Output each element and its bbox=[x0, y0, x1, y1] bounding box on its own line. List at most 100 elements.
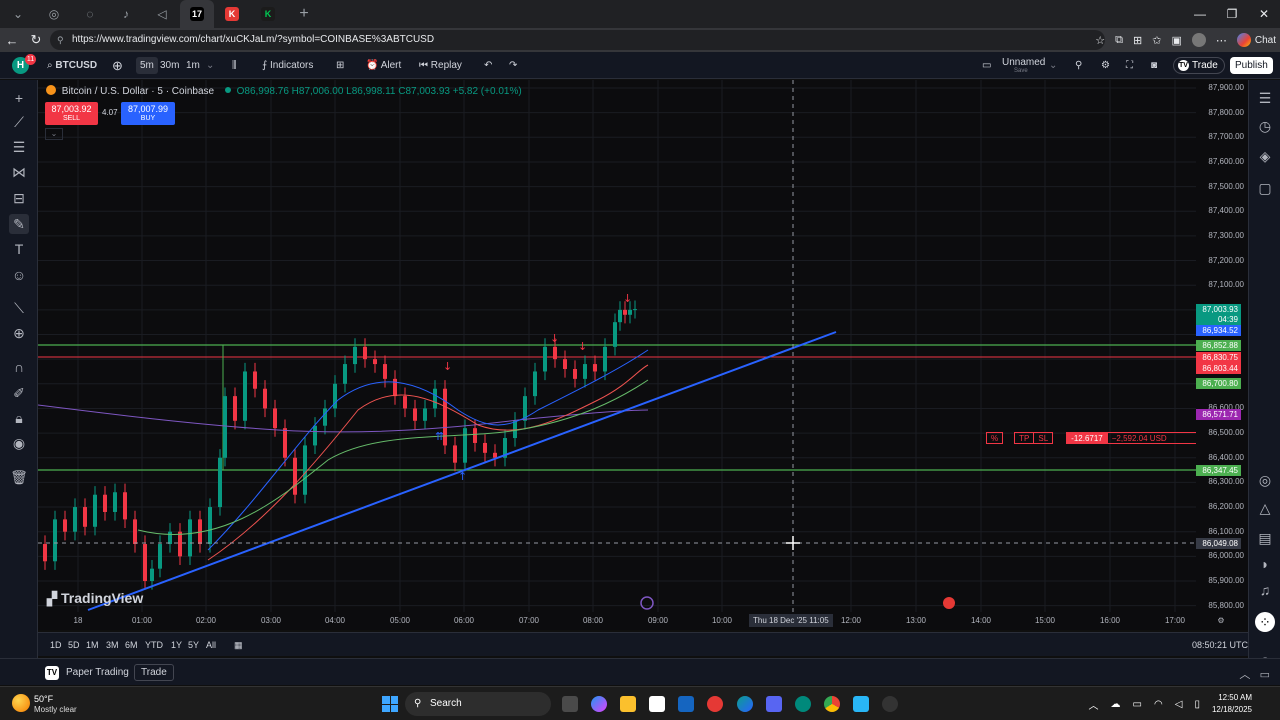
templates-icon[interactable]: ⊞ bbox=[332, 57, 348, 74]
quick-search-icon[interactable]: ⚲ bbox=[1071, 57, 1086, 74]
browser-tab[interactable]: K bbox=[214, 0, 250, 28]
time-axis[interactable]: Thu 18 Dec '25 11:05 18 01:00 02:00 03:00 04… bbox=[38, 612, 1248, 630]
edge-icon[interactable] bbox=[737, 696, 753, 712]
target-icon[interactable]: ◎ bbox=[1255, 470, 1275, 490]
more-icon[interactable]: ⋯ bbox=[1216, 34, 1227, 47]
crosshair-icon[interactable]: + bbox=[9, 88, 29, 108]
chat-button[interactable]: Chat bbox=[1236, 33, 1276, 47]
chat-icon[interactable]: ▢ bbox=[1255, 178, 1275, 198]
calendar-icon[interactable]: ▤ bbox=[1255, 528, 1275, 548]
chrome-icon[interactable] bbox=[824, 696, 840, 712]
close-button[interactable]: ✕ bbox=[1248, 0, 1280, 28]
settings-gear-icon[interactable]: ⚙ bbox=[1097, 57, 1114, 74]
range-button[interactable]: All bbox=[206, 640, 216, 650]
profile-avatar[interactable] bbox=[1191, 33, 1206, 47]
ruler-icon[interactable]: ⟍ bbox=[9, 298, 29, 318]
panel-trade-button[interactable]: Trade bbox=[134, 664, 174, 681]
discord-icon[interactable] bbox=[766, 696, 782, 712]
battery-icon[interactable]: ▯ bbox=[1194, 699, 1200, 710]
restore-button[interactable]: ❐ bbox=[1216, 0, 1248, 28]
position-percent[interactable]: % bbox=[986, 432, 1004, 444]
redo-icon[interactable]: ↷ bbox=[505, 57, 521, 74]
stay-in-drawing-mode-icon[interactable]: ✐ bbox=[9, 383, 29, 403]
reload-icon[interactable]: ↻ bbox=[24, 32, 48, 48]
file-explorer-icon[interactable] bbox=[620, 696, 636, 712]
range-button[interactable]: 5Y bbox=[188, 640, 199, 650]
replay-button[interactable]: ⏮ Replay bbox=[415, 57, 466, 74]
layout-chevron-icon[interactable]: ⌄ bbox=[1045, 57, 1061, 74]
youtube-icon[interactable] bbox=[707, 696, 723, 712]
paper-trading-label[interactable]: Paper Trading bbox=[66, 667, 129, 678]
system-clock[interactable]: 12:50 AM 12/18/2025 bbox=[1212, 692, 1252, 716]
eye-icon[interactable]: ◉ bbox=[9, 433, 29, 453]
settings-icon[interactable] bbox=[882, 696, 898, 712]
minimize-button[interactable]: — bbox=[1184, 0, 1216, 28]
go-to-date-calendar-icon[interactable]: ▦ bbox=[234, 640, 243, 651]
copilot-icon[interactable] bbox=[591, 696, 607, 712]
stream-icon[interactable]: ◗ bbox=[1255, 554, 1275, 574]
start-button[interactable] bbox=[382, 696, 398, 712]
split-screen-icon[interactable]: ⊞ bbox=[1133, 34, 1142, 47]
fullscreen-icon[interactable]: ⛶ bbox=[1122, 57, 1137, 74]
volume-icon[interactable]: ◁ bbox=[1175, 699, 1183, 710]
trade-button[interactable]: TV Trade bbox=[1173, 57, 1225, 74]
browser-tab[interactable]: K bbox=[250, 0, 286, 28]
collapse-legend-chevron-icon[interactable]: ⌄ bbox=[45, 128, 63, 140]
taskbar-search[interactable]: ⚲ Search bbox=[405, 692, 551, 716]
indicators-button[interactable]: ⨍ Indicators bbox=[258, 57, 317, 74]
network-icon[interactable]: ▭ bbox=[1133, 699, 1142, 710]
emoji-icon[interactable]: ☺ bbox=[9, 265, 29, 285]
patterns-icon[interactable]: ⋈ bbox=[9, 162, 29, 182]
browser-tab-active[interactable]: 17 bbox=[180, 0, 214, 28]
notifications-bell-icon[interactable]: ♫ bbox=[1255, 580, 1275, 600]
mail-icon[interactable] bbox=[678, 696, 694, 712]
range-button[interactable]: 6M bbox=[125, 640, 138, 650]
time-axis-settings-icon[interactable]: ⚙ bbox=[1217, 616, 1224, 625]
wifi-icon[interactable]: ◠ bbox=[1154, 699, 1163, 710]
buy-button[interactable]: 87,007.99 BUY bbox=[121, 102, 175, 125]
layout-icon[interactable]: ▭ bbox=[978, 57, 995, 74]
utc-clock[interactable]: 08:50:21 UTC bbox=[1192, 640, 1248, 650]
range-button[interactable]: 5D bbox=[68, 640, 80, 650]
back-icon[interactable]: ← bbox=[0, 33, 24, 48]
fib-retracement-icon[interactable]: ☰ bbox=[9, 137, 29, 157]
range-button[interactable]: 1Y bbox=[171, 640, 182, 650]
tab-list-button[interactable]: ⌄ bbox=[0, 0, 36, 28]
symbol-search-button[interactable]: ⌕ BTCUSD bbox=[43, 57, 101, 74]
ideas-icon[interactable]: △ bbox=[1255, 498, 1275, 518]
store-icon[interactable] bbox=[649, 696, 665, 712]
interval-dropdown-chevron-icon[interactable]: ⌄ bbox=[202, 57, 218, 74]
magnet-icon[interactable]: ∩ bbox=[9, 357, 29, 377]
prediction-icon[interactable]: ⊟ bbox=[9, 188, 29, 208]
range-button[interactable]: 1M bbox=[86, 640, 99, 650]
take-profit-button[interactable]: TP bbox=[1014, 432, 1035, 444]
range-button[interactable]: YTD bbox=[145, 640, 163, 650]
camera-icon[interactable]: ◙ bbox=[1147, 57, 1161, 74]
browser-tab[interactable]: ◁ bbox=[144, 0, 180, 28]
candles-icon[interactable]: ⫼ bbox=[228, 57, 241, 74]
price-axis[interactable]: 87,900.00 87,800.00 87,700.00 87,600.00 87,5… bbox=[1196, 80, 1248, 630]
star-icon[interactable]: ☆ bbox=[1095, 34, 1105, 47]
extensions-icon[interactable]: ⧉ bbox=[1115, 34, 1123, 47]
watchlist-icon[interactable]: ☰ bbox=[1255, 88, 1275, 108]
browser-tab[interactable]: ◎ bbox=[36, 0, 72, 28]
chevron-up-icon[interactable]: ︿ bbox=[1089, 697, 1099, 712]
chart-pane[interactable]: ↓ ↓ ↓ ↓ ⇈ ↑ Bitcoin / U.S. Dollar · 5 · Coinb… bbox=[38, 80, 1248, 630]
interval-30m[interactable]: 30m bbox=[156, 57, 183, 74]
trash-icon[interactable]: 🗑︎ bbox=[9, 467, 29, 487]
range-button[interactable]: 1D bbox=[50, 640, 62, 650]
maximize-panel-icon[interactable]: ▭ bbox=[1260, 669, 1270, 681]
sell-button[interactable]: 87,003.92 SELL bbox=[45, 102, 98, 125]
collections-icon[interactable]: ▣ bbox=[1171, 34, 1181, 47]
brush-icon[interactable]: ✎ bbox=[9, 214, 29, 234]
alert-button[interactable]: ⏰ Alert bbox=[362, 57, 405, 74]
price-chart[interactable]: ↓ ↓ ↓ ↓ ⇈ ↑ bbox=[38, 80, 1196, 612]
app-icon[interactable] bbox=[853, 696, 869, 712]
new-tab-button[interactable]: + bbox=[286, 0, 322, 28]
range-button[interactable]: 3M bbox=[106, 640, 119, 650]
cloud-icon[interactable]: ☁ bbox=[1111, 699, 1121, 710]
url-field[interactable]: ⚲ https://www.tradingview.com/chart/xuCK… bbox=[50, 30, 1105, 50]
alerts-clock-icon[interactable]: ◷ bbox=[1255, 116, 1275, 136]
site-info-icon[interactable]: ⚲ bbox=[57, 30, 64, 50]
interval-5m[interactable]: 5m bbox=[136, 57, 158, 74]
